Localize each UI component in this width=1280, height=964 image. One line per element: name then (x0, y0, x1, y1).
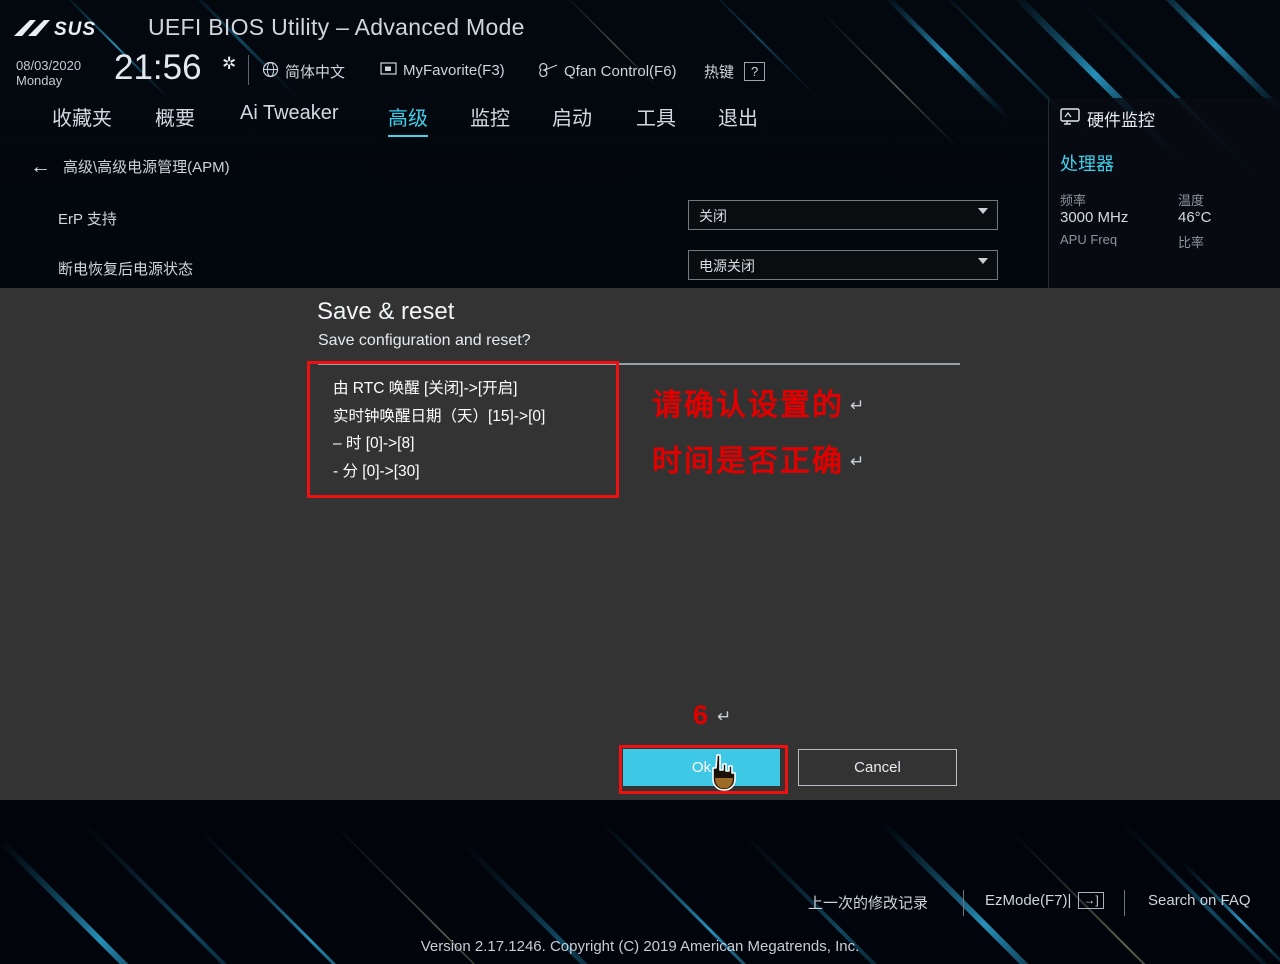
metric-key-temperature: 温度 (1178, 193, 1205, 208)
page-title: UEFI BIOS Utility – Advanced Mode (148, 14, 525, 40)
hardware-monitor-title: 硬件监控 (1060, 106, 1155, 131)
settings-list: ErP 支持 关闭 断电恢复后电源状态 电源关闭 (0, 196, 1045, 296)
setting-value-power-state: 电源关闭 (699, 258, 755, 274)
tab-exit[interactable]: 退出 (718, 102, 758, 135)
annotation-line-2: 时间是否正确 ↵ (652, 434, 864, 490)
ezmode-label: EzMode(F7)| (985, 892, 1072, 909)
setting-dropdown-power-state[interactable]: 电源关闭 (688, 250, 998, 280)
metric-value-frequency: 3000 MHz (1060, 209, 1129, 226)
qfan-control-button[interactable]: Qfan Control(F6) (538, 61, 677, 82)
ezmode-badge: →] (1078, 892, 1104, 909)
annotation-line-2-text: 时间是否正确 (652, 445, 844, 478)
myfavorite-button[interactable]: MyFavorite(F3) (380, 61, 505, 80)
hotkey-button[interactable]: 热键 ? (704, 61, 766, 82)
setting-label-erp: ErP 支持 (58, 211, 117, 228)
setting-dropdown-erp[interactable]: 关闭 (688, 200, 998, 230)
hardware-metrics: 频率 温度 3000 MHz 46°C APU Freq 比率 (1060, 190, 1270, 274)
annotation-step-pilcrow: ↵ (717, 707, 732, 726)
annotation-line-1-text: 请确认设置的 (652, 389, 844, 422)
tab-advanced[interactable]: 高级 (388, 102, 428, 137)
tab-tool[interactable]: 工具 (636, 102, 676, 135)
change-item: – 时 [0]->[8] (333, 435, 415, 452)
version-text: Version 2.17.1246. Copyright (C) 2019 Am… (420, 937, 860, 955)
bios-screen: SUS UEFI BIOS Utility – Advanced Mode 08… (0, 0, 1280, 964)
folder-star-icon (380, 61, 397, 80)
hotkey-label: 热键 (704, 64, 735, 81)
fan-icon (538, 61, 558, 82)
dialog-title: Save & reset (317, 298, 455, 325)
pilcrow-icon: ↵ (850, 452, 865, 471)
footer-divider (963, 890, 964, 916)
monitor-icon (1060, 107, 1080, 130)
myfavorite-label: MyFavorite(F3) (403, 62, 505, 79)
header-divider (248, 55, 249, 85)
metric-key-frequency: 频率 (1060, 193, 1087, 208)
svg-text:SUS: SUS (54, 19, 96, 40)
back-arrow-icon[interactable]: ← (30, 156, 51, 177)
annotation-step-number: 6 (693, 700, 709, 730)
hardware-monitor-label: 硬件监控 (1087, 111, 1155, 130)
sidebar-section-cpu: 处理器 (1060, 154, 1114, 174)
asus-logo: SUS (14, 14, 126, 42)
dialog-subtitle: Save configuration and reset? (318, 332, 531, 349)
metric-value-temperature: 46°C (1178, 209, 1212, 226)
metric-key-apu-freq: APU Freq (1060, 232, 1118, 247)
chevron-down-icon (978, 258, 988, 264)
cancel-button[interactable]: Cancel (798, 749, 957, 786)
main-menu-tabs: 收藏夹 概要 Ai Tweaker 高级 监控 启动 工具 退出 (0, 102, 1045, 142)
change-item: - 分 [0]->[30] (333, 462, 420, 480)
tab-main[interactable]: 概要 (155, 102, 195, 135)
tab-boot[interactable]: 启动 (552, 102, 592, 135)
last-modified-button[interactable]: 上一次的修改记录 (808, 892, 928, 913)
gear-icon[interactable]: ✲ (222, 54, 236, 74)
header-bar: SUS UEFI BIOS Utility – Advanced Mode 08… (0, 0, 1280, 98)
setting-row-erp: ErP 支持 关闭 (0, 196, 1045, 246)
tab-favorites[interactable]: 收藏夹 (52, 102, 112, 135)
footer-divider (1124, 890, 1125, 916)
hotkey-key-badge: ? (744, 62, 766, 81)
change-item: 实时钟唤醒日期（天）[15]->[0] (333, 407, 546, 425)
metric-row-apu: APU Freq 比率 (1060, 232, 1270, 274)
annotation-text: 请确认设置的 ↵ 时间是否正确 ↵ (652, 378, 864, 490)
date-value: 08/03/2020 (16, 58, 82, 73)
language-label: 简体中文 (285, 64, 346, 81)
breadcrumb: ← 高级\高级电源管理(APM) (30, 156, 230, 177)
ok-button[interactable]: Ok (623, 749, 780, 786)
change-item: 由 RTC 唤醒 [关闭]->[开启] (333, 380, 518, 397)
version-bar: Version 2.17.1246. Copyright (C) 2019 Am… (0, 928, 1280, 964)
change-list: 由 RTC 唤醒 [关闭]->[开启] 实时钟唤醒日期（天）[15]->[0] … (333, 375, 545, 485)
setting-label-power-state: 断电恢复后电源状态 (58, 261, 194, 278)
pilcrow-icon: ↵ (850, 396, 865, 415)
metric-key-ratio: 比率 (1178, 235, 1205, 250)
tab-ai-tweaker[interactable]: Ai Tweaker (240, 102, 339, 129)
dialog-separator (318, 363, 960, 365)
ezmode-button[interactable]: EzMode(F7)| →] (985, 892, 1104, 909)
tab-monitor[interactable]: 监控 (470, 102, 510, 135)
setting-value-erp: 关闭 (699, 208, 727, 224)
metric-row-frequency: 频率 温度 3000 MHz 46°C (1060, 190, 1270, 232)
chevron-down-icon (978, 208, 988, 214)
qfan-label: Qfan Control(F6) (564, 63, 677, 80)
annotation-line-1: 请确认设置的 ↵ (652, 378, 864, 434)
language-button[interactable]: 简体中文 (262, 61, 345, 82)
weekday-value: Monday (16, 73, 63, 88)
date-display: 08/03/2020 Monday (16, 58, 81, 88)
footer-bar: 上一次的修改记录 EzMode(F7)| →] Search on FAQ (0, 880, 1280, 928)
breadcrumb-path: 高级\高级电源管理(APM) (63, 159, 230, 176)
globe-icon (262, 61, 279, 82)
clock-display: 21:56 (114, 48, 202, 87)
search-faq-button[interactable]: Search on FAQ (1148, 892, 1251, 909)
